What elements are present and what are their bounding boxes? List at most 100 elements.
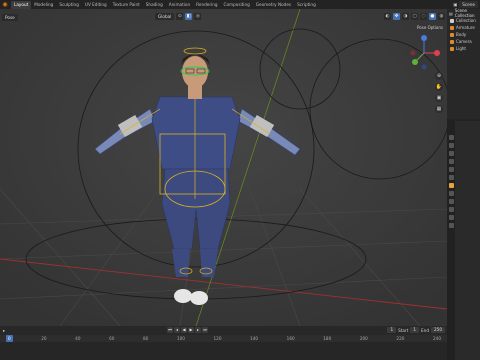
ruler-tick: 240 [432,336,441,341]
outliner-item[interactable]: Light [447,45,480,52]
tab-layout[interactable]: Layout [11,0,32,9]
world-tab-icon[interactable] [448,175,454,180]
scene-tab-icon[interactable] [448,167,454,172]
collection-icon: ▤ [449,10,453,16]
end-label: End [421,327,429,333]
tab-scripting[interactable]: Scripting [294,1,319,9]
start-label: Start [398,327,409,333]
play-reverse-icon[interactable]: ◀ [181,327,187,333]
ruler-tick: 80 [143,336,149,341]
gizmo-icon[interactable]: ✥ [393,13,400,20]
outliner-header: ▤ Scene Collection [447,8,480,18]
tab-texture-paint[interactable]: Texture Paint [110,1,143,9]
right-sidebar: ▤ Scene Collection Collection Armature B… [447,8,480,360]
start-frame-field[interactable]: 1 [410,327,420,333]
camera-view-icon[interactable]: ▣ [435,94,443,102]
playback-icon[interactable]: ▸ [3,328,5,333]
blender-logo-icon[interactable]: ◉ [1,1,9,8]
viewport-header: Pose [0,9,447,25]
xray-icon[interactable]: ▢ [411,13,418,20]
armature-icon [450,25,454,30]
ruler-tick: 100 [176,336,185,341]
tab-shading[interactable]: Shading [143,1,166,9]
outliner-item[interactable]: Armature [447,24,480,31]
material-shading-icon[interactable]: ◍ [438,13,445,20]
light-icon [450,46,454,51]
scene-selector-area: ▣ Scene [453,1,480,8]
outliner-item-label: Camera [456,39,472,44]
view-layer-tab-icon[interactable] [448,159,454,164]
tab-rendering[interactable]: Rendering [193,1,220,9]
navigation-gizmo[interactable] [404,31,444,77]
jump-start-icon[interactable]: ⏮ [167,327,173,333]
interaction-mode-dropdown[interactable]: Pose [2,13,18,21]
playback-controls: ⏮ ◂ ◀ ▶ ▸ ⏭ [167,327,208,333]
tab-animation[interactable]: Animation [166,1,193,9]
pivot-icon[interactable]: ⊙ [176,13,184,20]
step-forward-icon[interactable]: ▸ [195,327,201,333]
physics-tab-icon[interactable] [448,199,454,204]
render-tab-icon[interactable] [448,143,454,148]
outliner-item[interactable]: Collection [447,17,480,24]
proportional-edit-icon[interactable]: ◎ [194,13,202,20]
solid-shading-icon[interactable]: ● [429,13,436,20]
ruler-tick: 120 [213,336,222,341]
properties-panel [447,121,480,360]
properties-tabs [447,121,455,360]
scene-selector[interactable]: Scene [459,1,478,8]
viewport-shading-tools: ◐ ✥ ◑ ▢ ◌ ● ◍ [384,13,445,20]
mesh-icon [450,32,454,37]
wireframe-shading-icon[interactable]: ◌ [420,13,427,20]
outliner-item-label: Collection [456,18,476,23]
3d-viewport[interactable]: Pose Global ⊙ ◧ ◎ ◐ ✥ ◑ ▢ ◌ ● ◍ Pose Opt… [0,9,447,326]
outliner-item-label: Armature [456,25,475,30]
snap-icon[interactable]: ◧ [185,13,193,20]
camera-icon [450,39,454,44]
current-frame-field[interactable]: 1 [387,327,397,333]
ruler-tick: 220 [396,336,405,341]
outliner-item-label: Light [456,46,466,51]
step-back-icon[interactable]: ◂ [174,327,180,333]
pose-options-dropdown[interactable]: Pose Options [417,25,443,30]
outliner-item[interactable]: Camera [447,38,480,45]
zoom-icon[interactable]: ⊕ [435,72,443,80]
jump-end-icon[interactable]: ⏭ [202,327,208,333]
end-frame-field[interactable]: 250 [431,327,445,333]
outliner-title: Scene Collection [454,8,475,18]
top-bar: ◉ Layout Modeling Sculpting UV Editing T… [0,0,480,9]
constraint-tab-icon[interactable] [448,207,454,212]
tab-geometry-nodes[interactable]: Geometry Nodes [253,1,294,9]
play-icon[interactable]: ▶ [188,327,194,333]
bone-tab-icon[interactable] [448,223,454,228]
timeline-track-area[interactable] [0,342,447,360]
ruler-tick: 20 [41,336,47,341]
tool-tab-icon[interactable] [448,135,454,140]
modifier-tab-icon[interactable] [448,191,454,196]
frame-ruler[interactable]: 0 20 40 60 80 100 120 140 160 180 200 22… [0,335,447,342]
data-tab-icon[interactable] [448,215,454,220]
tab-uv-editing[interactable]: UV Editing [82,1,110,9]
pan-hand-icon[interactable]: ✋ [435,83,443,91]
navigation-buttons: ⊕ ✋ ▣ ▦ [435,72,443,113]
output-tab-icon[interactable] [448,151,454,156]
overlay-icon[interactable]: ◑ [402,13,409,20]
perspective-toggle-icon[interactable]: ▦ [435,105,443,113]
frame-range: 1 Start 1 End 250 [387,327,445,333]
ruler-tick: 180 [323,336,332,341]
ruler-tick: 60 [109,336,115,341]
ruler-tick: 140 [250,336,259,341]
ruler-tick: 200 [359,336,368,341]
viewport-scene[interactable] [0,9,447,326]
tab-sculpting[interactable]: Sculpting [56,1,82,9]
tab-modeling[interactable]: Modeling [31,1,56,9]
visibility-icon[interactable]: ◐ [384,13,391,20]
collection-icon [450,18,454,23]
transform-orientation-dropdown[interactable]: Global [155,13,175,20]
outliner-item[interactable]: Body [447,31,480,38]
ruler-tick: 40 [75,336,81,341]
ruler-tick: 0 [6,335,13,342]
outliner-panel: ▤ Scene Collection Collection Armature B… [447,8,480,119]
object-tab-icon[interactable] [448,183,454,188]
tab-compositing[interactable]: Compositing [221,1,253,9]
scene-icon: ▣ [453,2,458,7]
